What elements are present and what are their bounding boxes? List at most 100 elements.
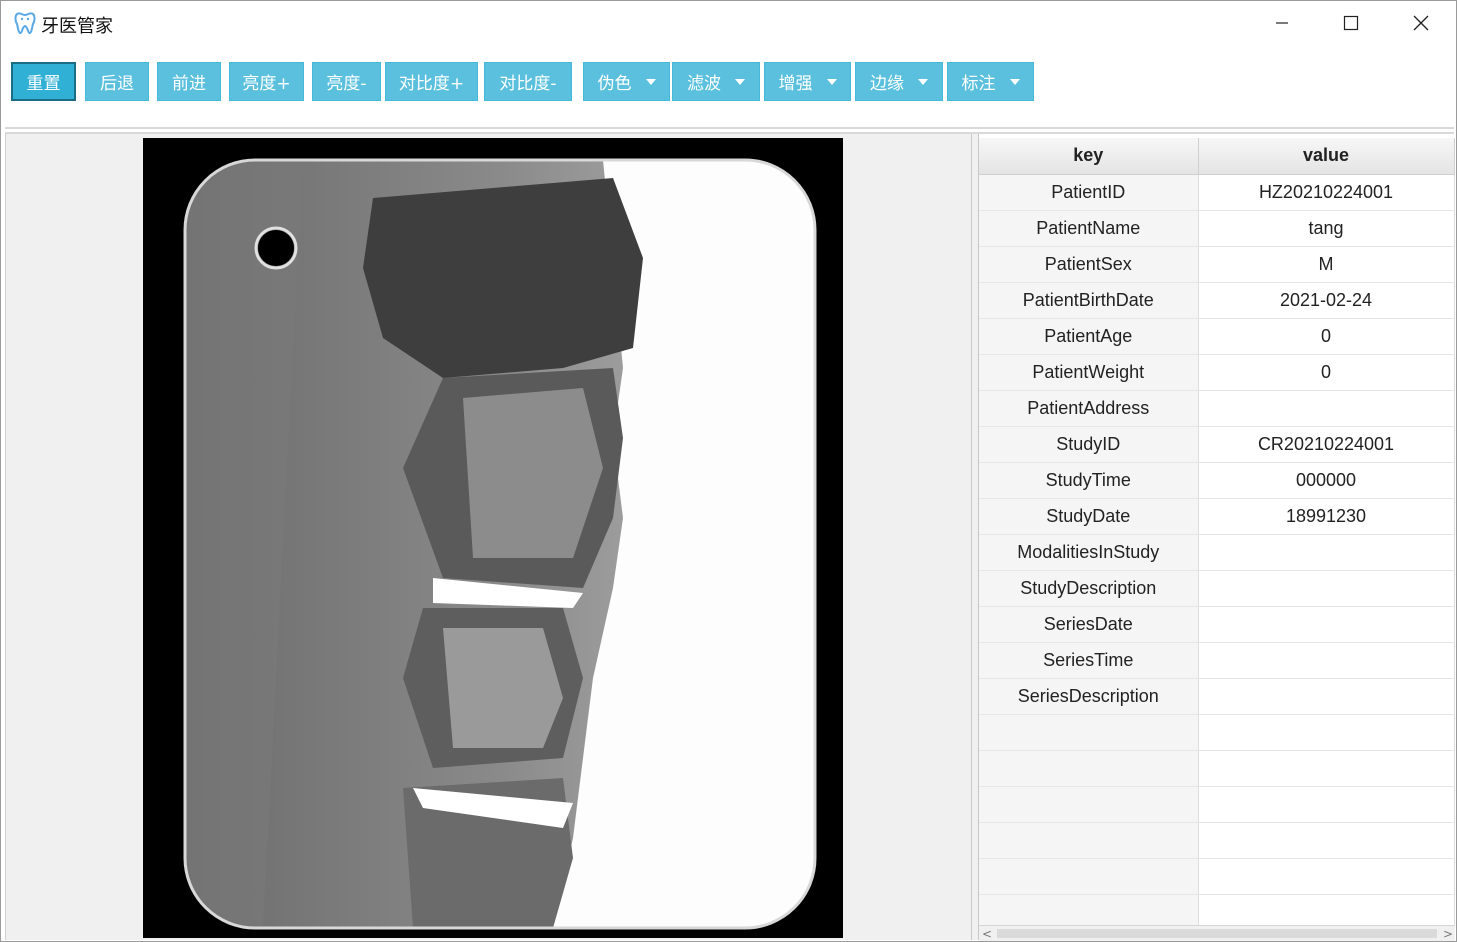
table-row[interactable]: SeriesDate bbox=[979, 606, 1455, 643]
value-cell: 0 bbox=[1198, 318, 1455, 355]
edge-label: 边缘 bbox=[870, 74, 904, 94]
enhance-label: 增强 bbox=[778, 74, 813, 94]
key-cell: StudyTime bbox=[979, 462, 1199, 499]
reset-button[interactable]: 重置 bbox=[11, 62, 76, 101]
column-header-value[interactable]: value bbox=[1198, 138, 1455, 175]
value-cell: 000000 bbox=[1198, 462, 1455, 499]
image-viewer[interactable] bbox=[5, 134, 971, 940]
brightness-up-button[interactable]: 亮度+ bbox=[229, 62, 304, 101]
enhance-dropdown[interactable]: 增强 bbox=[764, 62, 851, 101]
value-cell: tang bbox=[1198, 210, 1455, 247]
annotate-label: 标注 bbox=[961, 74, 996, 94]
value-cell: 2021-02-24 bbox=[1198, 282, 1455, 319]
value-cell bbox=[1198, 642, 1455, 679]
value-cell bbox=[1198, 606, 1455, 643]
key-cell bbox=[979, 858, 1199, 895]
value-cell bbox=[1198, 822, 1455, 859]
dental-xray-image[interactable] bbox=[143, 138, 843, 938]
value-cell: 18991230 bbox=[1198, 498, 1455, 535]
key-cell: StudyDescription bbox=[979, 570, 1199, 607]
value-cell: 0 bbox=[1198, 354, 1455, 391]
value-cell bbox=[1198, 858, 1455, 895]
table-row[interactable]: SeriesDescription bbox=[979, 678, 1455, 715]
table-row[interactable]: StudyID CR20210224001 bbox=[979, 426, 1455, 463]
toolbar-divider bbox=[5, 127, 1454, 129]
caret-down-icon bbox=[918, 78, 928, 85]
value-cell bbox=[1198, 534, 1455, 571]
maximize-icon bbox=[1343, 15, 1359, 31]
horizontal-scrollbar[interactable]: < > bbox=[979, 925, 1455, 941]
key-cell: PatientName bbox=[979, 210, 1199, 247]
close-icon bbox=[1413, 15, 1429, 31]
table-row[interactable]: StudyDate 18991230 bbox=[979, 498, 1455, 535]
maximize-button[interactable] bbox=[1316, 1, 1386, 45]
key-cell bbox=[979, 786, 1199, 823]
value-cell: HZ20210224001 bbox=[1198, 174, 1455, 211]
filter-label: 滤波 bbox=[687, 74, 721, 94]
tooth-icon bbox=[14, 12, 36, 35]
table-row[interactable]: StudyTime 000000 bbox=[979, 462, 1455, 499]
table-row[interactable] bbox=[979, 714, 1455, 751]
key-cell: StudyID bbox=[979, 426, 1199, 463]
contrast-up-button[interactable]: 对比度+ bbox=[385, 62, 478, 101]
table-row[interactable]: PatientID HZ20210224001 bbox=[979, 174, 1455, 211]
table-row[interactable] bbox=[979, 858, 1455, 895]
table-row[interactable]: PatientBirthDate 2021-02-24 bbox=[979, 282, 1455, 319]
pseudocolor-dropdown[interactable]: 伪色 bbox=[583, 62, 670, 101]
table-row[interactable] bbox=[979, 786, 1455, 823]
key-cell bbox=[979, 750, 1199, 787]
value-cell: CR20210224001 bbox=[1198, 426, 1455, 463]
close-button[interactable] bbox=[1386, 1, 1456, 45]
table-row[interactable] bbox=[979, 822, 1455, 859]
dicom-info-table: key value PatientID HZ20210224001 Patient… bbox=[979, 138, 1455, 940]
forward-button[interactable]: 前进 bbox=[157, 62, 221, 101]
key-cell: ModalitiesInStudy bbox=[979, 534, 1199, 571]
key-cell bbox=[979, 714, 1199, 751]
caret-down-icon bbox=[645, 78, 656, 85]
xray-drawing bbox=[143, 138, 843, 938]
key-cell: PatientWeight bbox=[979, 354, 1199, 391]
minimize-button[interactable] bbox=[1247, 1, 1317, 45]
table-row[interactable]: PatientAddress bbox=[979, 390, 1455, 427]
caret-down-icon bbox=[1009, 78, 1020, 85]
table-header-row: key value bbox=[979, 138, 1455, 175]
table-row[interactable] bbox=[979, 750, 1455, 787]
table-row[interactable]: PatientWeight 0 bbox=[979, 354, 1455, 391]
scroll-right-icon[interactable]: > bbox=[1443, 927, 1453, 941]
value-cell: M bbox=[1198, 246, 1455, 283]
key-cell: SeriesDate bbox=[979, 606, 1199, 643]
toolbar: 重置 后退 前进 亮度+ 亮度- 对比度+ 对比度- 伪色 滤波 增强 边缘 标… bbox=[1, 45, 1456, 127]
caret-down-icon bbox=[735, 78, 745, 85]
key-cell: PatientID bbox=[979, 174, 1199, 211]
scrollbar-thumb[interactable] bbox=[997, 929, 1437, 938]
table-row[interactable]: StudyDescription bbox=[979, 570, 1455, 607]
window-title: 牙医管家 bbox=[41, 16, 113, 37]
value-cell bbox=[1198, 714, 1455, 751]
key-cell: PatientAge bbox=[979, 318, 1199, 355]
value-cell bbox=[1198, 678, 1455, 715]
table-row[interactable]: PatientSex M bbox=[979, 246, 1455, 283]
back-button[interactable]: 后退 bbox=[85, 62, 149, 101]
edge-dropdown[interactable]: 边缘 bbox=[855, 62, 943, 101]
value-cell bbox=[1198, 570, 1455, 607]
panel-splitter[interactable] bbox=[971, 134, 979, 940]
value-cell bbox=[1198, 390, 1455, 427]
minimize-icon bbox=[1276, 22, 1288, 24]
table-row[interactable]: ModalitiesInStudy bbox=[979, 534, 1455, 571]
filter-dropdown[interactable]: 滤波 bbox=[672, 62, 760, 101]
annotate-dropdown[interactable]: 标注 bbox=[947, 62, 1034, 101]
pseudocolor-label: 伪色 bbox=[597, 74, 632, 94]
scroll-left-icon[interactable]: < bbox=[982, 927, 992, 941]
table-row[interactable]: PatientName tang bbox=[979, 210, 1455, 247]
value-cell bbox=[1198, 750, 1455, 787]
key-cell: SeriesTime bbox=[979, 642, 1199, 679]
contrast-down-button[interactable]: 对比度- bbox=[484, 62, 572, 101]
key-cell: PatientSex bbox=[979, 246, 1199, 283]
title-bar[interactable]: 牙医管家 bbox=[1, 1, 1456, 45]
table-row[interactable]: PatientAge 0 bbox=[979, 318, 1455, 355]
key-cell: PatientBirthDate bbox=[979, 282, 1199, 319]
brightness-down-button[interactable]: 亮度- bbox=[312, 62, 381, 101]
table-row[interactable]: SeriesTime bbox=[979, 642, 1455, 679]
key-cell: StudyDate bbox=[979, 498, 1199, 535]
column-header-key[interactable]: key bbox=[979, 138, 1199, 175]
